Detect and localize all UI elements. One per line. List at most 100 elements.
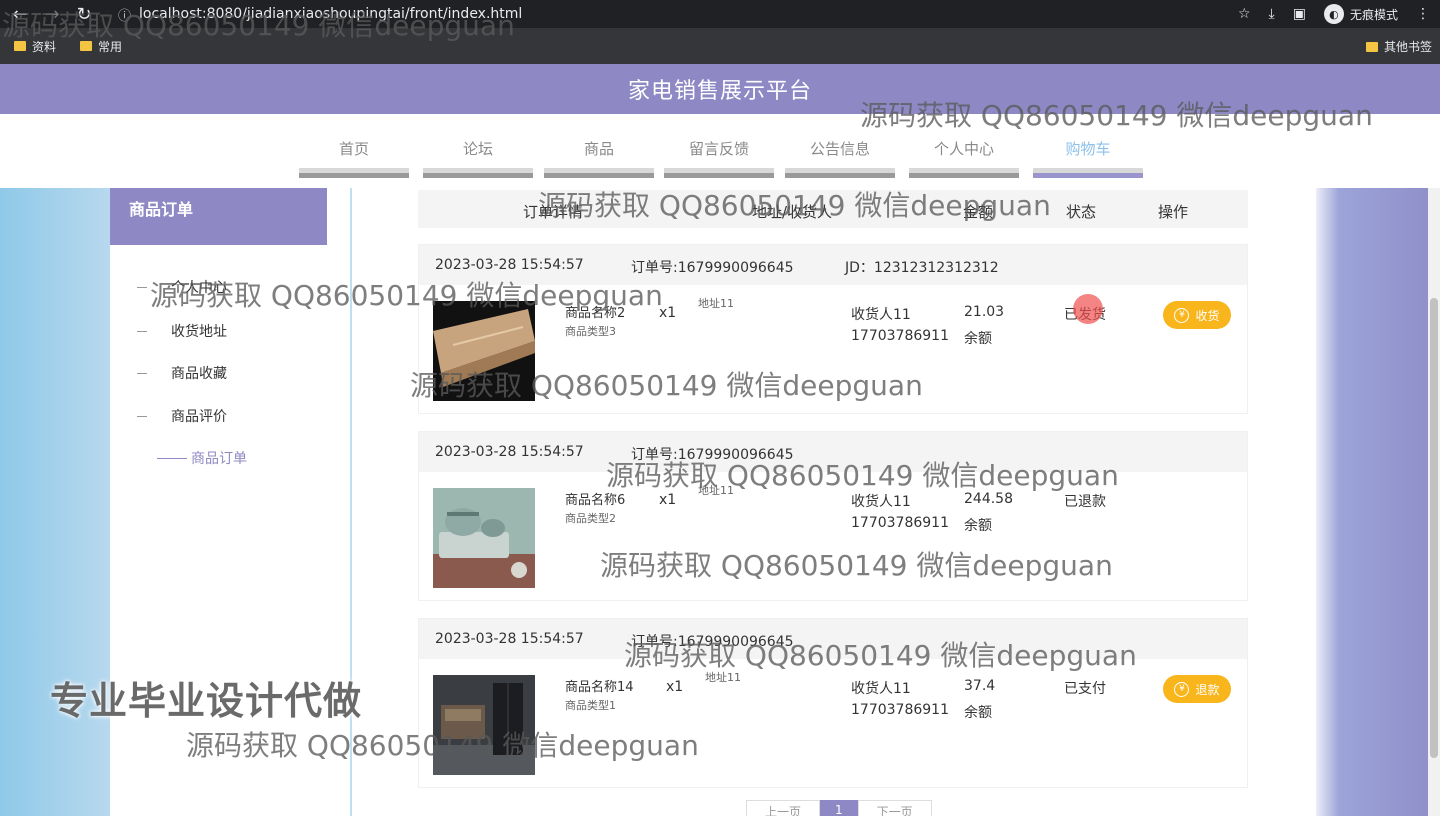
product-name: 商品名称14 xyxy=(565,680,634,695)
reload-icon[interactable]: ↻ xyxy=(68,4,100,25)
content-area: 商品订单 个人中心 收货地址 商品收藏 商品评价 商品订单 订单详情 地址/收货… xyxy=(0,188,1440,816)
product-image[interactable] xyxy=(433,301,535,401)
sidebar-item-address[interactable]: 收货地址 xyxy=(137,321,227,341)
nav-underline xyxy=(909,168,1019,178)
download-icon[interactable]: ⤓ xyxy=(1269,6,1275,22)
receiver-phone: 17703786911 xyxy=(851,515,949,531)
next-page-button[interactable]: 下一页 xyxy=(857,800,932,816)
pay-method: 余额 xyxy=(964,705,992,721)
nav-item-home[interactable]: 首页 xyxy=(299,138,409,178)
pagination: 上一页 1 下一页 xyxy=(746,800,932,816)
button-label: 收货 xyxy=(1195,308,1220,323)
star-icon[interactable]: ☆ xyxy=(1238,6,1251,22)
other-bookmarks[interactable]: 其他书签 xyxy=(1365,38,1432,55)
order-card: 2023-03-28 15:54:57 订单号:1679990096645 商品… xyxy=(418,618,1248,788)
order-number: 订单号:1679990096645 xyxy=(631,260,794,276)
nav-item-products[interactable]: 商品 xyxy=(544,138,654,178)
url-text: localhost:8080/jiadianxiaoshoupingtai/fr… xyxy=(139,6,523,22)
order-amount: 37.4 xyxy=(964,678,996,694)
bookmark-folder[interactable]: 常用 xyxy=(80,38,122,55)
nav-label: 公告信息 xyxy=(809,140,870,158)
order-address: 地址11 xyxy=(705,671,741,684)
scrollbar-thumb[interactable] xyxy=(1430,298,1438,758)
sidebar-item-reviews[interactable]: 商品评价 xyxy=(137,406,227,426)
bookmarks-bar: 资料 常用 其他书签 xyxy=(0,28,1440,64)
product-qty: x1 xyxy=(659,305,677,321)
main-nav: 首页 论坛 商品 留言反馈 公告信息 个人中心 购物车 xyxy=(0,114,1440,188)
sidebar-item-label: 商品评价 xyxy=(171,409,227,425)
nav-label: 留言反馈 xyxy=(688,140,749,158)
page-1-button[interactable]: 1 xyxy=(820,800,858,816)
sidebar-item-label: 商品订单 xyxy=(191,451,247,467)
dash-icon xyxy=(137,372,147,374)
air-conditioner-image xyxy=(433,301,535,401)
order-header: 2023-03-28 15:54:57 订单号:1679990096645 xyxy=(419,619,1247,659)
sidebar-item-label: 收货地址 xyxy=(171,324,227,340)
sidebar-item-profile[interactable]: 个人中心 xyxy=(137,277,227,297)
order-address: 地址11 xyxy=(698,484,734,497)
receiver-phone: 17703786911 xyxy=(851,328,949,344)
info-icon[interactable]: ⓘ xyxy=(118,5,131,24)
nav-item-profile[interactable]: 个人中心 xyxy=(909,138,1019,178)
menu-icon[interactable]: ⋮ xyxy=(1416,6,1430,22)
col-amount: 金额 xyxy=(963,203,994,221)
receive-button[interactable]: ¥ 收货 xyxy=(1163,301,1231,329)
click-indicator xyxy=(1073,294,1103,324)
page-scrollbar[interactable] xyxy=(1428,188,1440,816)
nav-item-feedback[interactable]: 留言反馈 xyxy=(664,138,774,178)
nav-label: 论坛 xyxy=(462,140,493,158)
product-image[interactable] xyxy=(433,488,535,588)
folder-icon xyxy=(1365,41,1378,52)
dash-icon xyxy=(137,415,147,417)
incognito-icon: ◐ xyxy=(1323,4,1344,24)
order-amount: 244.58 xyxy=(964,491,1013,507)
order-status: 已支付 xyxy=(1064,681,1106,697)
nav-label: 商品 xyxy=(583,140,614,158)
prev-page-button[interactable]: 上一页 xyxy=(746,800,821,816)
incognito-indicator[interactable]: ◐ 无痕模式 xyxy=(1323,4,1398,24)
sidebar-title: 商品订单 xyxy=(110,188,327,245)
product-type: 商品类型3 xyxy=(565,325,616,338)
nav-label: 首页 xyxy=(338,140,369,158)
order-jd: JD：12312312312312 xyxy=(845,260,999,276)
product-name: 商品名称2 xyxy=(565,306,626,321)
orders-panel: 订单详情 地址/收货人 金额 状态 操作 2023-03-28 15:54:57… xyxy=(352,188,1316,816)
folder-icon xyxy=(80,41,93,51)
receiver-name: 收货人11 xyxy=(851,307,911,323)
nav-item-forum[interactable]: 论坛 xyxy=(423,138,533,178)
nav-underline xyxy=(1033,168,1143,178)
pay-method: 余额 xyxy=(964,331,992,347)
browser-actions: ☆ ⤓ ▣ ◐ 无痕模式 ⋮ xyxy=(1238,2,1430,26)
folder-icon xyxy=(14,41,26,51)
product-qty: x1 xyxy=(659,492,677,508)
order-status: 已退款 xyxy=(1064,494,1106,510)
yen-icon: ¥ xyxy=(1174,681,1190,697)
sidepanel-icon[interactable]: ▣ xyxy=(1293,6,1306,22)
forward-icon[interactable]: → xyxy=(36,4,68,25)
nav-item-cart[interactable]: 购物车 xyxy=(1033,138,1143,178)
col-status: 状态 xyxy=(1066,203,1097,221)
dash-icon xyxy=(137,330,147,332)
product-image[interactable] xyxy=(433,675,535,775)
order-datetime: 2023-03-28 15:54:57 xyxy=(435,444,584,460)
sidebar-item-favorites[interactable]: 商品收藏 xyxy=(137,363,227,383)
bookmark-label: 常用 xyxy=(98,39,123,54)
site-title: 家电销售展示平台 xyxy=(0,64,1440,114)
bookmark-label: 其他书签 xyxy=(1383,40,1432,54)
order-amount: 21.03 xyxy=(964,304,1005,320)
nav-underline xyxy=(423,168,533,178)
dash-icon xyxy=(157,457,187,459)
bookmark-folder[interactable]: 资料 xyxy=(14,38,56,55)
refund-button[interactable]: ¥ 退款 xyxy=(1163,675,1231,703)
sidebar-item-orders[interactable]: 商品订单 xyxy=(157,448,247,468)
back-icon[interactable]: ← xyxy=(4,4,36,25)
nav-item-notices[interactable]: 公告信息 xyxy=(785,138,895,178)
sidebar: 商品订单 个人中心 收货地址 商品收藏 商品评价 商品订单 xyxy=(110,188,350,816)
sidebar-item-label: 商品收藏 xyxy=(171,366,227,382)
nav-label: 个人中心 xyxy=(933,140,994,158)
address-bar[interactable]: ⓘ localhost:8080/jiadianxiaoshoupingtai/… xyxy=(108,2,1238,26)
incognito-label: 无痕模式 xyxy=(1349,7,1398,22)
table-header: 订单详情 地址/收货人 金额 状态 操作 xyxy=(418,190,1248,228)
bookmark-label: 资料 xyxy=(32,39,57,54)
order-number: 订单号:1679990096645 xyxy=(631,447,794,463)
